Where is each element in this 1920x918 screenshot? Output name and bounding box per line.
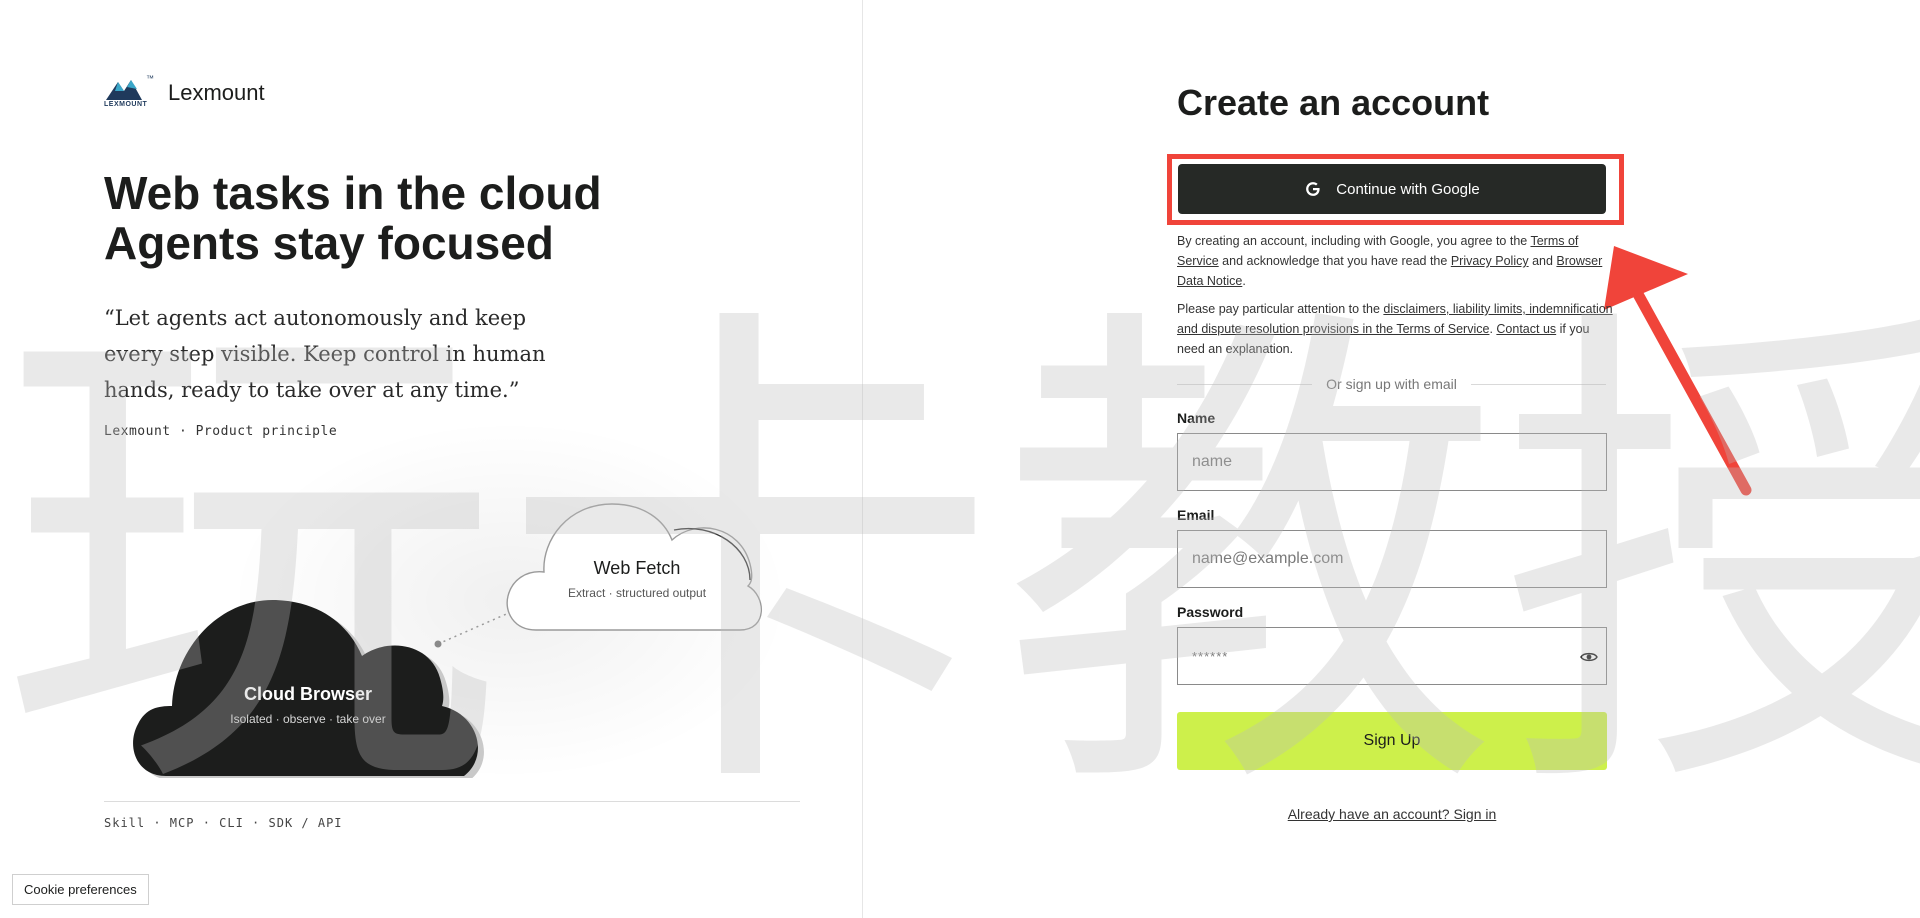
cloud-browser-subtitle: Isolated · observe · take over (230, 712, 386, 726)
quote-attribution: Lexmount · Product principle (104, 424, 338, 439)
cloud-browser-card: Cloud Browser Isolated · observe · take … (128, 596, 488, 778)
brand[interactable]: ™ LEXMOUNT Lexmount (104, 74, 265, 110)
cookie-preferences-button[interactable]: Cookie preferences (12, 874, 149, 905)
logo-text: LEXMOUNT (104, 101, 148, 108)
left-footer-divider (104, 801, 800, 802)
show-password-eye-icon[interactable] (1580, 650, 1598, 664)
web-fetch-title: Web Fetch (593, 558, 681, 578)
brand-name: Lexmount (168, 80, 265, 105)
contact-us-link[interactable]: Contact us (1496, 322, 1556, 336)
cloud-browser-title: Cloud Browser (243, 684, 372, 704)
privacy-policy-link[interactable]: Privacy Policy (1451, 254, 1529, 268)
sign-up-button[interactable]: Sign Up (1177, 712, 1607, 770)
email-input[interactable] (1177, 530, 1607, 588)
annotation-highlight-box (1167, 154, 1624, 225)
trademark-mark: ™ (146, 74, 154, 83)
or-divider: Or sign up with email (1177, 376, 1606, 392)
or-divider-label: Or sign up with email (1326, 376, 1457, 392)
panel-divider (862, 0, 863, 918)
web-fetch-card: Web Fetch Extract · structured output (504, 500, 770, 632)
terms-notice: By creating an account, including with G… (1177, 234, 1603, 288)
headline-line-1: Web tasks in the cloud (104, 167, 602, 219)
product-quote: “Let agents act autonomously and keep ev… (104, 306, 546, 402)
name-label: Name (1177, 410, 1216, 426)
name-input[interactable] (1177, 433, 1607, 491)
headline-line-2: Agents stay focused (104, 217, 554, 269)
page-title: Create an account (1177, 82, 1490, 123)
sign-in-link[interactable]: Already have an account? Sign in (1177, 806, 1607, 822)
web-fetch-subtitle: Extract · structured output (567, 586, 707, 600)
disclaimer-notice: Please pay particular attention to the d… (1177, 302, 1613, 356)
product-surfaces-list: Skill · MCP · CLI · SDK / API (104, 816, 343, 830)
lexmount-logo-icon: ™ LEXMOUNT (104, 74, 154, 110)
annotation-arrow-icon (1604, 246, 1752, 496)
password-label: Password (1177, 604, 1244, 620)
page-headline: Web tasks in the cloud Agents stay focus… (104, 168, 602, 268)
password-input[interactable] (1177, 627, 1607, 685)
email-label: Email (1177, 507, 1215, 523)
